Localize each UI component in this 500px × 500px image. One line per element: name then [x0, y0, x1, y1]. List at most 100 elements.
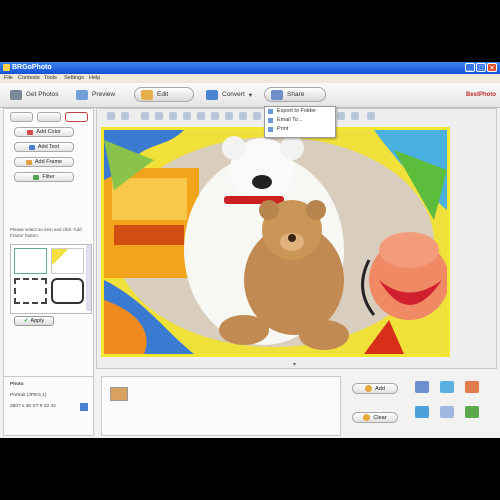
preview-button[interactable]: Preview — [70, 87, 121, 102]
grid-icon[interactable] — [337, 112, 345, 120]
share-dropdown-menu: Export to Folder Email To... Print — [264, 106, 336, 138]
convert-button[interactable]: Convert ▾ — [200, 87, 258, 102]
close-button[interactable]: × — [487, 63, 497, 72]
preview-icon — [76, 89, 88, 100]
fit-icon[interactable] — [351, 112, 359, 120]
share-menu-export[interactable]: Export to Folder — [265, 107, 335, 116]
share-button[interactable]: Share — [264, 87, 326, 102]
edit-button[interactable]: Edit — [134, 87, 194, 102]
rotate-right-icon[interactable] — [121, 112, 129, 120]
tool-tabs — [10, 112, 88, 122]
expand-arrow-icon[interactable]: ▾ — [293, 361, 296, 368]
crop-icon[interactable] — [141, 112, 149, 120]
main-toolbar: Get Photos Preview Edit Convert ▾ Share … — [0, 83, 500, 108]
edit-label: Edit — [157, 91, 169, 98]
thumbnail-scrollbar[interactable] — [86, 245, 91, 311]
photo-canvas: ▾ — [96, 108, 497, 369]
add-icon — [365, 385, 373, 392]
title-bar: BRGoPhoto _ □ × — [0, 62, 500, 74]
color-icon — [27, 129, 34, 135]
app-icon — [3, 64, 10, 71]
undo-icon[interactable] — [239, 112, 247, 120]
menu-help[interactable]: Help — [89, 75, 100, 81]
fullscreen-icon[interactable] — [367, 112, 375, 120]
share-menu-email[interactable]: Email To... — [265, 116, 335, 125]
print-icon[interactable] — [440, 406, 454, 418]
maximize-button[interactable]: □ — [476, 63, 486, 72]
clear-button[interactable]: Clear — [352, 412, 398, 423]
web-share-icon[interactable] — [440, 381, 454, 393]
photo-name: Photo — [10, 382, 24, 387]
email-icon — [268, 118, 273, 123]
add-color-button[interactable]: Add Color — [14, 127, 74, 137]
menu-file[interactable]: File — [4, 75, 13, 81]
export-icon[interactable] — [465, 381, 479, 393]
photo-thumbnail[interactable] — [110, 387, 128, 401]
tab-effects[interactable] — [37, 112, 61, 122]
window-title: BRGoPhoto — [12, 64, 52, 71]
frame-thumbnail-list — [10, 244, 92, 314]
folder-icon — [268, 109, 273, 114]
frame-thumbnail[interactable] — [51, 278, 84, 304]
slideshow-icon[interactable] — [415, 381, 429, 393]
camera-icon — [10, 89, 22, 100]
save-icon[interactable] — [225, 112, 233, 120]
add-frame-button[interactable]: Add Frame — [14, 157, 74, 167]
clear-icon — [363, 414, 371, 421]
check-icon: ✔ — [23, 318, 29, 324]
photo-info-box: Photo Portrait (JPEG 1) 2807 x 30 ST 9 3… — [3, 376, 94, 436]
edited-photo — [101, 127, 450, 357]
menu-settings[interactable]: Settings — [64, 75, 84, 81]
photo-size: Portrait (JPEG 1) — [10, 393, 47, 398]
email-send-icon[interactable] — [415, 406, 429, 418]
upload-icon[interactable] — [465, 406, 479, 418]
convert-icon — [206, 89, 218, 100]
adjust-icon[interactable] — [183, 112, 191, 120]
tab-brush[interactable] — [10, 112, 34, 122]
app-window: BRGoPhoto _ □ × File Contests Tools Sett… — [0, 62, 500, 438]
share-label: Share — [287, 91, 305, 98]
add-button[interactable]: Add — [352, 383, 398, 394]
rotate-left-icon[interactable] — [107, 112, 115, 120]
add-text-label: Add Text — [37, 144, 60, 150]
edit-tools-panel: Add Color Add Text Add Frame Filter Plea… — [3, 108, 94, 380]
photo-filmstrip — [101, 376, 341, 436]
clear-label: Clear — [373, 414, 387, 421]
get-photos-button[interactable]: Get Photos — [4, 87, 65, 102]
resize-icon[interactable] — [155, 112, 163, 120]
share-menu-print[interactable]: Print — [265, 125, 335, 134]
menu-contests[interactable]: Contests — [18, 75, 40, 81]
share-menu-email-label: Email To... — [277, 117, 303, 123]
add-label: Add — [375, 385, 385, 392]
share-menu-export-label: Export to Folder — [277, 108, 317, 114]
filter-button[interactable]: Filter — [14, 172, 74, 182]
filter-label: Filter — [42, 174, 55, 180]
get-photos-label: Get Photos — [26, 91, 59, 98]
share-menu-print-label: Print — [277, 126, 289, 132]
flip-icon[interactable] — [169, 112, 177, 120]
minimize-button[interactable]: _ — [465, 63, 475, 72]
add-text-button[interactable]: Add Text — [14, 142, 74, 152]
frame-icon — [25, 159, 32, 165]
redeye-icon[interactable] — [197, 112, 205, 120]
printer-icon — [268, 127, 273, 132]
frame-thumbnail[interactable] — [14, 248, 47, 274]
add-color-label: Add Color — [36, 129, 61, 135]
menu-tools[interactable]: Tools — [44, 75, 57, 81]
preview-label: Preview — [92, 91, 116, 98]
info-icon[interactable] — [80, 403, 88, 411]
sharpen-icon[interactable] — [211, 112, 219, 120]
frame-thumbnail[interactable] — [51, 248, 84, 274]
filter-icon — [33, 174, 40, 180]
chevron-down-icon: ▾ — [248, 91, 253, 99]
convert-label: Convert — [222, 91, 245, 98]
zoom-icon[interactable] — [253, 112, 261, 120]
tab-frames[interactable] — [64, 112, 88, 122]
frame-thumbnail[interactable] — [14, 278, 47, 304]
edit-icon — [141, 89, 153, 100]
frame-hint-text: Please select an item and click 'Add Fra… — [10, 227, 82, 238]
apply-button[interactable]: ✔ Apply — [14, 316, 54, 326]
share-icon — [271, 89, 283, 100]
photo-dimensions: 2807 x 30 ST 9 32 42 — [10, 404, 56, 409]
add-frame-label: Add Frame — [34, 159, 63, 165]
